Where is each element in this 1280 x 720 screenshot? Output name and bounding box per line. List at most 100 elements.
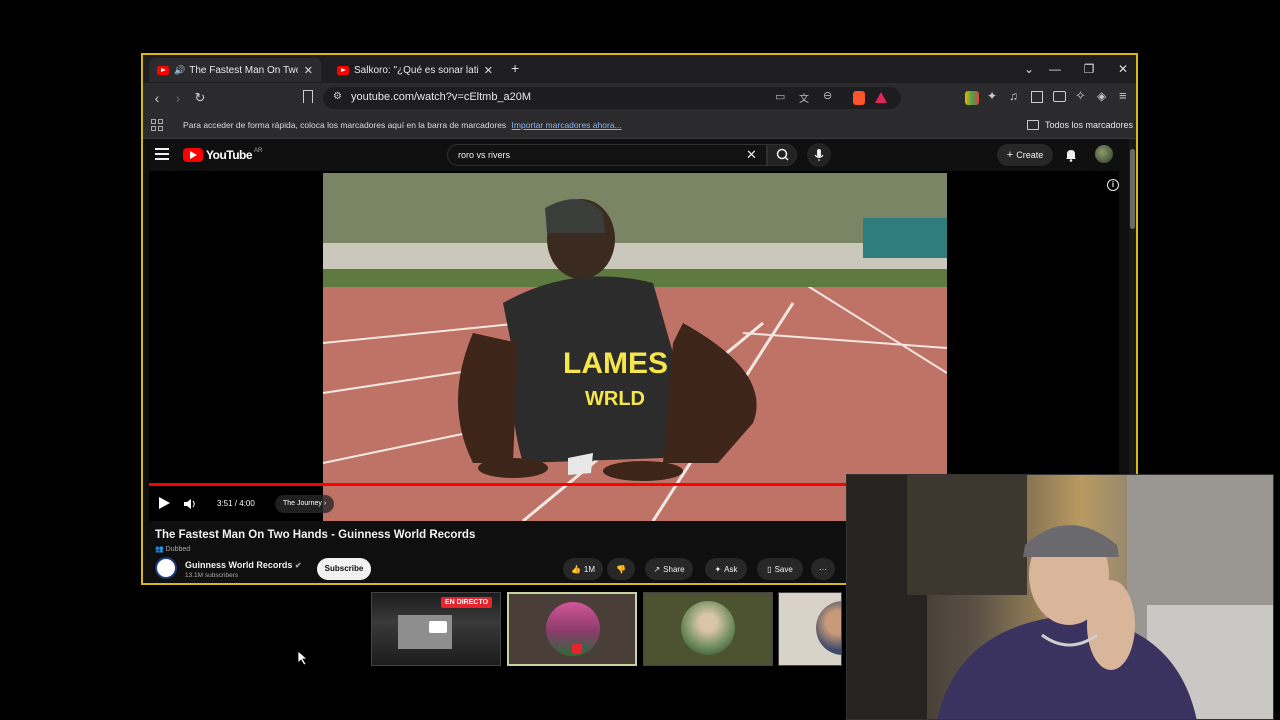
participant-avatar-2 [681,601,735,655]
clear-search-icon[interactable]: ✕ [746,147,757,163]
chapter-title: The Journey [283,500,322,507]
like-button[interactable]: 👍 1M [563,558,603,580]
new-tab-button[interactable]: + [511,60,519,76]
shirt-text-wrld: WRLD [585,388,645,410]
menu-icon[interactable]: ≡ [1119,88,1127,103]
youtube-region-code: AR [254,148,263,154]
youtube-logo[interactable]: YouTube AR [183,148,262,162]
reload-button[interactable]: ↻ [189,88,211,108]
tab-bar: 🔊 The Fastest Man On Two Han ✕ Salkoro: … [143,55,1136,83]
notifications-bell-icon[interactable] [1061,145,1081,165]
close-tab-icon[interactable]: ✕ [484,64,493,77]
audio-playing-icon[interactable]: 🔊 [174,65,185,76]
play-button[interactable] [157,496,171,510]
media-icon[interactable]: ♫ [1009,89,1018,103]
close-tab-icon[interactable]: ✕ [304,64,313,77]
save-icon: ▯ [767,564,772,574]
share-button[interactable]: ↗ Share [645,558,693,580]
forward-button[interactable]: › [167,88,189,108]
video-frame[interactable]: LAMES WRLD [323,173,947,521]
video-title: The Fastest Man On Two Hands - Guinness … [155,529,476,541]
save-button[interactable]: ▯ Save [757,558,803,580]
bookmarks-bar: Para acceder de forma rápida, coloca los… [143,113,1136,139]
zoom-icon[interactable]: ⊖ [823,89,832,102]
mouse-cursor-icon [297,650,309,670]
chevron-right-icon: › [323,500,327,507]
info-icon[interactable]: i [1107,179,1119,191]
folder-icon [1027,120,1039,130]
stream-thumbnail-4[interactable] [778,592,842,666]
youtube-favicon-icon [157,65,169,75]
voice-search-button[interactable] [807,143,831,167]
leo-ai-icon[interactable]: ✧ [1075,88,1086,104]
create-button[interactable]: + Create [997,144,1053,166]
microphone-icon [814,149,824,161]
bookmarks-hint-text: Para acceder de forma rápida, coloca los… [183,120,507,130]
tab-search-icon[interactable]: ⌄ [1017,59,1041,79]
tab-title: Salkoro: "¿Qué es sonar latino?" | Em [354,64,478,76]
subscribe-button[interactable]: Subscribe [317,558,371,580]
channel-avatar[interactable] [155,557,177,579]
close-window-button[interactable]: ✕ [1111,59,1135,79]
wallet-icon[interactable] [1053,91,1066,102]
minimize-button[interactable]: — [1043,59,1067,79]
search-input[interactable]: roro vs rivers ✕ [447,144,767,166]
like-count: 1M [583,564,596,574]
play-icon [159,497,170,509]
more-actions-button[interactable]: ··· [811,558,835,580]
scrollbar-thumb[interactable] [1130,149,1135,229]
vpn-icon[interactable]: ◈ [1097,89,1106,103]
apps-grid-icon[interactable] [151,119,163,131]
account-avatar[interactable] [1095,145,1113,163]
thumbs-down-icon: 👎 [616,564,626,574]
youtube-logo-text: YouTube [206,148,253,162]
tab-salkoro[interactable]: Salkoro: "¿Qué es sonar latino?" | Em ✕ [329,58,501,82]
brave-rewards-icon[interactable] [875,92,887,103]
video-player[interactable]: LAMES WRLD i 3:51 / 4:00 The Journey › [149,171,1119,521]
share-icon: ↗ [653,564,661,574]
youtube-favicon-icon [337,65,349,75]
all-bookmarks-button[interactable]: Todos los marcadores [1045,120,1133,130]
back-button[interactable]: ‹ [146,88,168,108]
dislike-button[interactable]: 👎 [607,558,635,580]
create-label: Create [1016,150,1044,160]
muted-mic-icon [572,644,582,654]
stream-thumbnail-3[interactable] [643,592,773,666]
stream-thumbnail-2[interactable] [507,592,637,666]
video-scene: LAMES WRLD [323,173,947,521]
sparkle-icon: ✦ [714,564,722,574]
youtube-header: YouTube AR roro vs rivers ✕ + Create [143,139,1136,171]
translate-icon[interactable]: 文 [799,90,809,105]
share-label: Share [663,564,685,574]
sidebar-icon[interactable] [1031,91,1043,103]
subscriber-count: 13.1M subscribers [185,572,239,579]
cast-icon[interactable]: ▭ [775,90,785,103]
dubbed-icon: 👥 [155,546,164,553]
tab-title: The Fastest Man On Two Han [189,64,298,76]
webcam-overlay [846,474,1274,720]
ask-button[interactable]: ✦ Ask [705,558,747,580]
extension-icon[interactable] [965,91,979,105]
tab-youtube-active[interactable]: 🔊 The Fastest Man On Two Han ✕ [149,58,321,82]
channel-name-text: Guinness World Records [185,560,293,570]
dubbed-badge: 👥 Dubbed [155,545,190,553]
webcam-feed [847,475,1273,719]
shirt-text-lames: LAMES [563,347,668,380]
import-bookmarks-link[interactable]: Importar marcadores ahora... [512,120,622,130]
volume-icon [184,499,195,509]
restore-button[interactable]: ❐ [1077,59,1101,79]
site-info-icon[interactable]: ⚙ [333,91,342,102]
chapter-button[interactable]: The Journey › [275,495,335,513]
search-button[interactable] [767,144,797,166]
bookmark-icon[interactable] [303,90,313,103]
channel-name[interactable]: Guinness World Records ✔ [185,560,302,570]
volume-button[interactable] [183,497,197,509]
hamburger-menu-icon[interactable] [155,148,169,160]
search-icon [776,148,789,161]
extensions-puzzle-icon[interactable]: ✦ [987,89,997,103]
brave-shield-icon[interactable] [853,91,865,105]
dubbed-label: Dubbed [165,546,191,553]
participant-avatar-3 [816,601,841,655]
address-bar[interactable]: ⚙ youtube.com/watch?v=cEltmb_a20M ▭ 文 ⊖ [323,87,901,109]
plus-icon: + [1006,149,1014,161]
